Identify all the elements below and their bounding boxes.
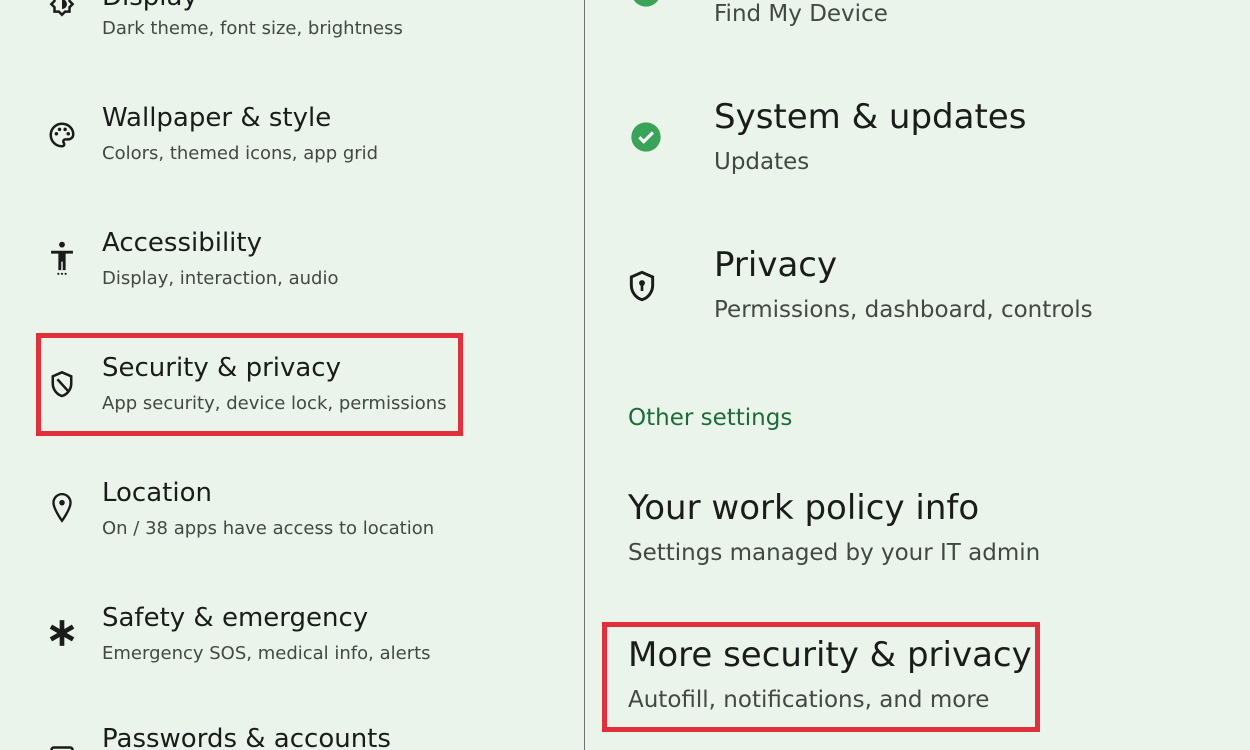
account-box-icon — [44, 740, 80, 750]
shield-icon — [44, 367, 80, 403]
settings-item-security-privacy[interactable]: Security & privacy App security, device … — [0, 345, 584, 425]
settings-item-subtitle: On / 38 apps have access to location — [102, 518, 435, 539]
settings-item-work-policy-info[interactable]: Your work policy info Settings managed b… — [586, 486, 1250, 576]
panel-divider — [584, 0, 585, 750]
settings-item-title: Location — [102, 478, 212, 508]
settings-item-title: Wallpaper & style — [102, 103, 332, 133]
settings-item-title: Display — [102, 0, 198, 12]
settings-item-system-updates[interactable]: System & updates Updates — [586, 95, 1250, 185]
settings-item-safety-emergency[interactable]: Safety & emergency Emergency SOS, medica… — [0, 595, 584, 675]
settings-item-subtitle: Autofill, notifications, and more — [628, 687, 990, 713]
settings-item-title: Passwords & accounts — [102, 724, 391, 750]
settings-item-subtitle: Colors, themed icons, app grid — [102, 143, 379, 164]
settings-item-subtitle: Updates — [714, 149, 810, 175]
settings-item-more-security-privacy[interactable]: More security & privacy Autofill, notifi… — [586, 633, 1250, 723]
settings-item-display[interactable]: Display Dark theme, font size, brightnes… — [0, 0, 584, 60]
settings-item-location[interactable]: Location On / 38 apps have access to loc… — [0, 470, 584, 550]
settings-item-title: Your work policy info — [628, 488, 980, 528]
settings-item-subtitle: Dark theme, font size, brightness — [102, 18, 403, 39]
settings-item-subtitle: Display, interaction, audio — [102, 268, 339, 289]
asterisk-icon — [44, 615, 80, 651]
check-circle-icon — [626, 0, 666, 12]
settings-item-privacy[interactable]: Privacy Permissions, dashboard, controls — [586, 243, 1250, 333]
settings-item-title: More security & privacy — [628, 635, 1032, 675]
settings-item-subtitle: Emergency SOS, medical info, alerts — [102, 643, 431, 664]
check-circle-icon — [626, 117, 666, 157]
settings-page: Display Dark theme, font size, brightnes… — [0, 0, 1250, 750]
settings-item-find-my-device[interactable]: Find My Device — [586, 0, 1250, 40]
settings-item-accessibility[interactable]: Accessibility Display, interaction, audi… — [0, 220, 584, 300]
palette-icon — [44, 117, 80, 153]
privacy-shield-icon — [622, 267, 662, 307]
location-pin-icon — [44, 490, 80, 526]
settings-item-subtitle: Settings managed by your IT admin — [628, 540, 1041, 566]
settings-item-wallpaper[interactable]: Wallpaper & style Colors, themed icons, … — [0, 95, 584, 175]
settings-item-subtitle: App security, device lock, permissions — [102, 393, 447, 414]
settings-item-title: Security & privacy — [102, 353, 341, 383]
settings-item-title: System & updates — [714, 97, 1027, 137]
settings-item-title: Privacy — [714, 245, 838, 285]
settings-item-subtitle: Find My Device — [714, 1, 888, 27]
settings-item-passwords-accounts[interactable]: Passwords & accounts — [0, 720, 584, 750]
settings-item-title: Accessibility — [102, 228, 262, 258]
accessibility-icon — [44, 240, 80, 276]
settings-item-subtitle: Permissions, dashboard, controls — [714, 297, 1093, 323]
section-header-other-settings: Other settings — [628, 405, 793, 431]
brightness-icon — [44, 0, 80, 24]
settings-item-title: Safety & emergency — [102, 603, 369, 633]
